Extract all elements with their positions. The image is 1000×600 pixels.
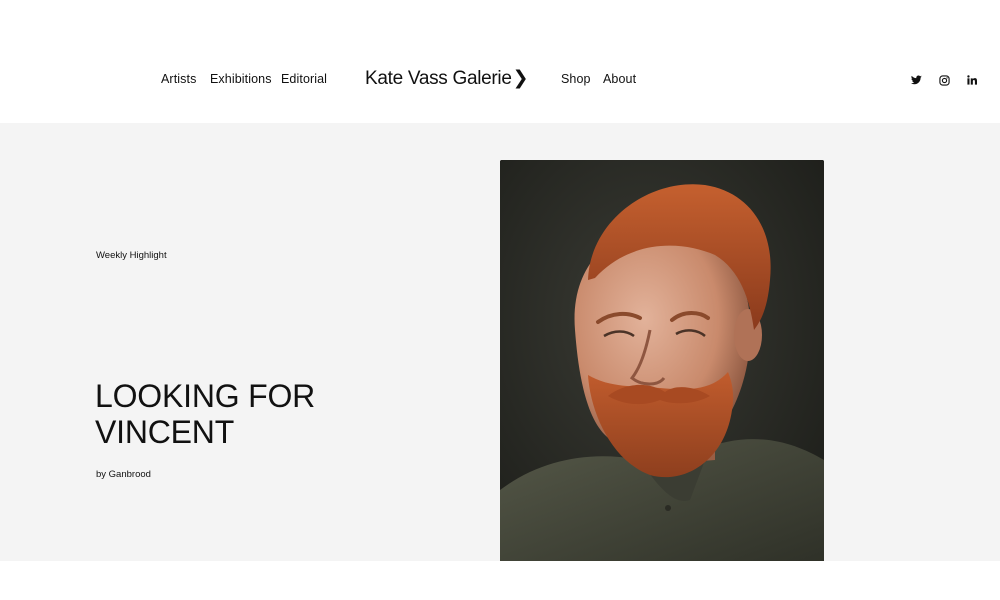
artwork-portrait-image[interactable] bbox=[500, 160, 824, 561]
weekly-highlight-section: Weekly Highlight LOOKING FOR VINCENT by … bbox=[0, 123, 1000, 561]
linkedin-icon[interactable] bbox=[966, 74, 978, 86]
site-logo[interactable]: Kate Vass Galerie❯ bbox=[365, 67, 529, 90]
logo-chevron-icon: ❯ bbox=[512, 68, 529, 89]
nav-about[interactable]: About bbox=[603, 72, 636, 86]
portrait-illustration bbox=[500, 160, 824, 561]
nav-editorial[interactable]: Editorial bbox=[281, 72, 327, 86]
twitter-icon[interactable] bbox=[910, 74, 922, 86]
highlight-title-line-1: LOOKING FOR bbox=[95, 378, 316, 414]
artist-byline: by Ganbrood bbox=[96, 469, 151, 480]
highlight-title[interactable]: LOOKING FOR VINCENT bbox=[95, 378, 395, 450]
site-header: Artists Exhibitions Editorial Kate Vass … bbox=[0, 0, 1000, 123]
logo-text: Kate Vass Galerie bbox=[365, 68, 512, 89]
nav-shop[interactable]: Shop bbox=[561, 72, 591, 86]
highlight-title-line-2: VINCENT bbox=[95, 414, 235, 450]
section-kicker: Weekly Highlight bbox=[96, 250, 167, 261]
instagram-icon[interactable] bbox=[938, 74, 950, 86]
nav-exhibitions[interactable]: Exhibitions bbox=[210, 72, 272, 86]
page-footer-space bbox=[0, 561, 1000, 600]
nav-artists[interactable]: Artists bbox=[161, 72, 196, 86]
